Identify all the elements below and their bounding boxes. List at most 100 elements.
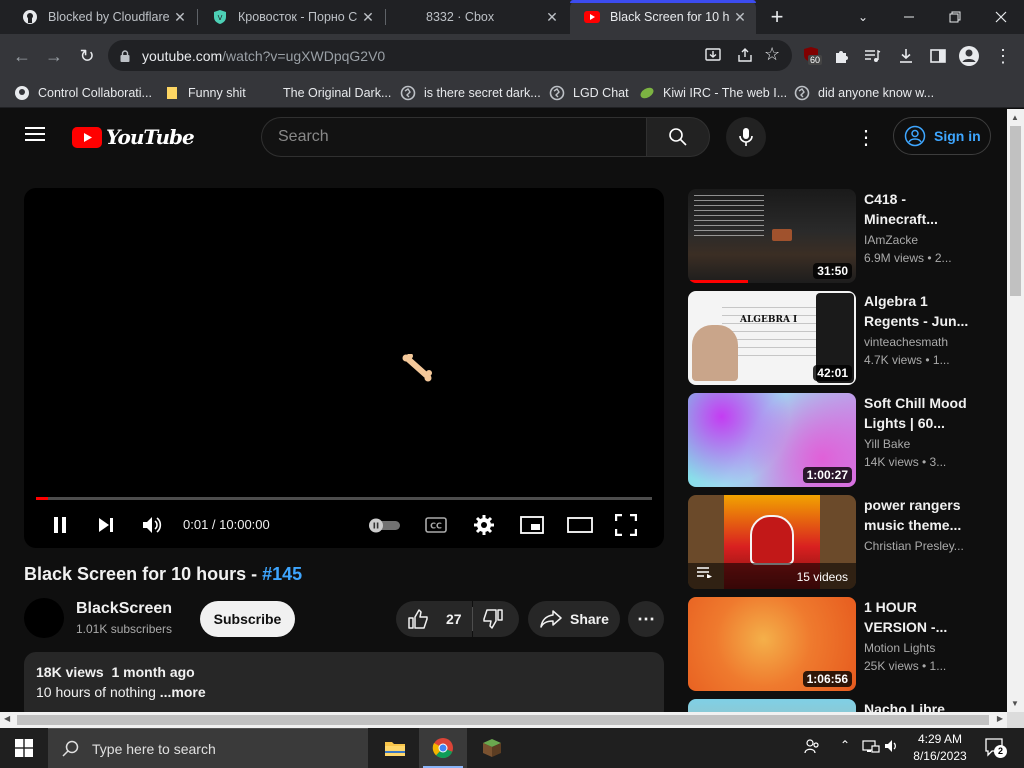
- rec-channel[interactable]: IAmZacke: [864, 233, 972, 247]
- recommendation-item[interactable]: 1:06:56 1 HOUR VERSION -... Motion Light…: [688, 597, 988, 691]
- mute-button[interactable]: [140, 512, 166, 538]
- voice-search-button[interactable]: [726, 117, 766, 157]
- extensions-button[interactable]: [831, 45, 853, 67]
- system-clock[interactable]: 4:29 AM 8/16/2023: [906, 731, 974, 765]
- restore-button[interactable]: [932, 0, 978, 34]
- share-page-icon[interactable]: [736, 46, 754, 67]
- file-explorer-button[interactable]: [371, 728, 419, 768]
- youtube-logo[interactable]: YouTube: [72, 125, 195, 149]
- share-button[interactable]: Share: [528, 601, 620, 637]
- recommendation-item[interactable]: Nacho Libre: [688, 699, 988, 712]
- scroll-right-arrow-icon[interactable]: ▶: [997, 714, 1003, 723]
- chrome-taskbar-button[interactable]: [419, 728, 467, 768]
- progress-bar[interactable]: [36, 497, 652, 500]
- rec-channel[interactable]: vinteachesmath: [864, 335, 972, 349]
- scrollbar-thumb[interactable]: [17, 715, 989, 725]
- like-button[interactable]: 27: [396, 601, 472, 637]
- back-button[interactable]: ←: [8, 42, 36, 70]
- bookmark-folder[interactable]: Funny shit: [164, 83, 246, 103]
- rec-channel[interactable]: Christian Presley...: [864, 539, 972, 553]
- bookmark-item[interactable]: The Original Dark...: [283, 83, 391, 103]
- bookmark-item[interactable]: Control Collaborati...: [14, 83, 152, 103]
- scroll-down-arrow-icon[interactable]: ▼: [1011, 699, 1019, 708]
- address-bar[interactable]: youtube.com/watch?v=ugXWDpqG2V0 ☆: [108, 40, 792, 71]
- subscribe-button[interactable]: Subscribe: [200, 601, 295, 637]
- video-thumbnail[interactable]: [688, 699, 856, 712]
- autoplay-toggle[interactable]: [366, 512, 402, 538]
- dislike-button[interactable]: [473, 601, 519, 637]
- video-thumbnail[interactable]: 1:00:27: [688, 393, 856, 487]
- video-thumbnail[interactable]: 1:06:56: [688, 597, 856, 691]
- miniplayer-button[interactable]: [518, 512, 546, 538]
- bookmark-item[interactable]: did anyone know w...: [794, 83, 934, 103]
- recommendation-item[interactable]: 31:50 C418 - Minecraft... IAmZacke 6.9M …: [688, 189, 988, 283]
- forward-button[interactable]: →: [40, 42, 68, 70]
- rec-title[interactable]: 1 HOUR VERSION -...: [864, 597, 972, 637]
- bookmark-item[interactable]: is there secret dark...: [400, 83, 541, 103]
- speaker-icon[interactable]: [884, 738, 900, 757]
- video-player[interactable]: 0:01 / 10:00:00 CC: [24, 188, 664, 548]
- tab-cloudflare[interactable]: Blocked by Cloudflare Gateway ✕: [8, 0, 196, 34]
- close-icon[interactable]: ✕: [170, 9, 190, 26]
- rec-title[interactable]: C418 - Minecraft...: [864, 189, 972, 229]
- bookmark-item[interactable]: Kiwi IRC - The web I...: [639, 83, 787, 103]
- close-icon[interactable]: ✕: [542, 9, 562, 26]
- scroll-left-arrow-icon[interactable]: ◀: [4, 714, 10, 723]
- rec-title[interactable]: power rangers music theme...: [864, 495, 972, 535]
- star-icon[interactable]: ☆: [764, 44, 780, 65]
- more-actions-button[interactable]: ⋯: [628, 601, 664, 637]
- search-input[interactable]: Search: [261, 117, 647, 157]
- settings-button[interactable]: [472, 512, 496, 538]
- scroll-up-arrow-icon[interactable]: ▲: [1011, 113, 1019, 122]
- tab-search-button[interactable]: ⌄: [840, 0, 886, 34]
- minecraft-taskbar-button[interactable]: [468, 728, 516, 768]
- scrollbar-thumb[interactable]: [1010, 126, 1021, 296]
- side-panel-button[interactable]: [927, 45, 949, 67]
- notification-center-button[interactable]: 2: [984, 736, 1007, 761]
- recommendation-item[interactable]: 1:00:27 Soft Chill Mood Lights | 60... Y…: [688, 393, 988, 487]
- fullscreen-button[interactable]: [614, 512, 638, 538]
- close-icon[interactable]: ✕: [730, 9, 750, 26]
- network-icon[interactable]: [862, 738, 880, 757]
- settings-menu-button[interactable]: ⋮: [856, 125, 876, 150]
- subtitles-button[interactable]: CC: [424, 512, 448, 538]
- rec-channel[interactable]: Motion Lights: [864, 641, 972, 655]
- new-tab-button[interactable]: +: [754, 0, 800, 34]
- pause-button[interactable]: [48, 512, 72, 538]
- chevron-up-icon[interactable]: ⌃: [840, 738, 850, 752]
- start-button[interactable]: [0, 728, 48, 768]
- downloads-button[interactable]: [895, 45, 917, 67]
- rec-title[interactable]: Soft Chill Mood Lights | 60...: [864, 393, 972, 433]
- ublock-extension-button[interactable]: 60: [802, 45, 824, 67]
- horizontal-scrollbar[interactable]: ◀ ▶: [0, 712, 1007, 728]
- channel-avatar[interactable]: [24, 598, 64, 638]
- media-control-button[interactable]: [861, 45, 883, 67]
- search-button[interactable]: [646, 117, 710, 157]
- recommendation-item[interactable]: ALGEBRA I 42:01 Algebra 1 Regents - Jun.…: [688, 291, 988, 385]
- hashtag-link[interactable]: #145: [262, 564, 302, 584]
- people-icon[interactable]: [804, 738, 820, 757]
- taskbar-search-input[interactable]: Type here to search: [48, 728, 368, 768]
- install-app-icon[interactable]: [704, 46, 722, 67]
- rec-title[interactable]: Nacho Libre: [864, 699, 972, 712]
- playlist-thumbnail[interactable]: 15 videos: [688, 495, 856, 589]
- video-thumbnail[interactable]: 31:50: [688, 189, 856, 283]
- tab-youtube-active[interactable]: Black Screen for 10 hours ✕: [570, 0, 756, 34]
- sign-in-button[interactable]: Sign in: [893, 117, 991, 155]
- close-icon[interactable]: ✕: [358, 9, 378, 26]
- show-more-link[interactable]: ...more: [156, 684, 206, 700]
- tab-krovostok[interactable]: V Кровосток - Порно Спам ✕: [198, 0, 384, 34]
- next-button[interactable]: [94, 512, 118, 538]
- reload-button[interactable]: ↻: [73, 42, 101, 70]
- theater-mode-button[interactable]: [566, 512, 594, 538]
- profile-button[interactable]: [958, 45, 980, 67]
- close-window-button[interactable]: [978, 0, 1024, 34]
- vertical-scrollbar[interactable]: ▲ ▼: [1007, 109, 1024, 712]
- bookmark-item[interactable]: LGD Chat: [549, 83, 629, 103]
- recommendation-item[interactable]: 15 videos power rangers music theme... C…: [688, 495, 988, 589]
- channel-name[interactable]: BlackScreen: [76, 600, 172, 618]
- rec-channel[interactable]: Yill Bake: [864, 437, 972, 451]
- guide-menu-button[interactable]: [24, 125, 46, 148]
- tab-cbox[interactable]: 8332 · Cbox ✕: [386, 0, 568, 34]
- minimize-button[interactable]: [886, 0, 932, 34]
